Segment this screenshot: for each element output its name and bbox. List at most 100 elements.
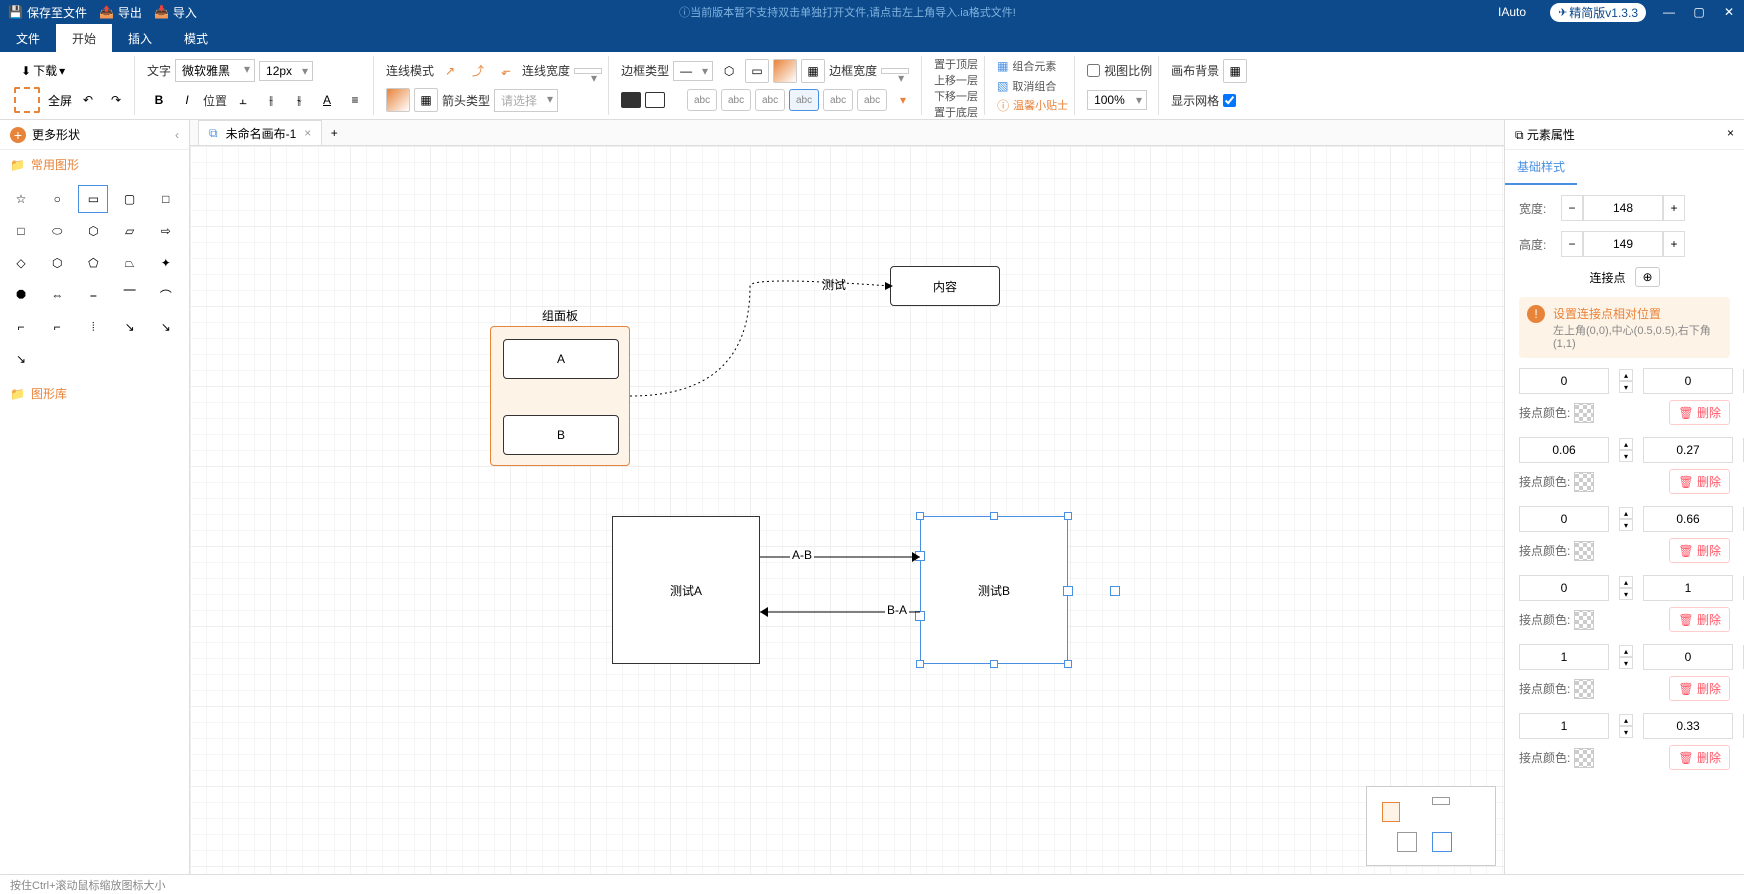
color-swatch[interactable] [1574, 610, 1594, 630]
canvas[interactable]: 组面板 A B 内容 测试 测试A 测试B A-B [190, 146, 1504, 874]
shape-hex2[interactable]: ⬡ [42, 249, 72, 277]
cp-x-input[interactable] [1519, 506, 1609, 532]
shape-conn2[interactable]: ⌐ [42, 313, 72, 341]
view-ratio-check[interactable] [1087, 64, 1100, 77]
node-testa[interactable]: 测试A [612, 516, 760, 664]
line-straight-icon[interactable]: ↗ [438, 59, 462, 83]
bold-button[interactable]: B [147, 88, 171, 112]
shape-conn3[interactable]: ⦙ [78, 313, 108, 341]
add-shape-button[interactable]: + [10, 127, 26, 143]
common-shapes-section[interactable]: 📁 常用图形 [0, 150, 189, 179]
shape-rect[interactable]: ▭ [78, 185, 108, 213]
ratio-select[interactable]: 100% [1087, 90, 1147, 110]
shape-conn1[interactable]: ⌐ [6, 313, 36, 341]
ungroup-button[interactable]: 取消组合 [1012, 78, 1056, 94]
arrow-select[interactable]: 请选择 [494, 89, 558, 112]
download-button[interactable]: ⬇ 下载 ▾ [14, 59, 72, 82]
line-style2-button[interactable]: ▦ [414, 88, 438, 112]
shape-arrow[interactable]: ⇨ [151, 217, 181, 245]
cp-y-input[interactable] [1643, 437, 1733, 463]
sel-handle[interactable] [1064, 660, 1072, 668]
align-middle-icon[interactable]: ⫲ [259, 88, 283, 112]
cp-x-input[interactable] [1519, 437, 1609, 463]
line-elbow-icon[interactable]: ⬐ [494, 59, 518, 83]
line-width-select[interactable] [574, 68, 602, 74]
minimap[interactable] [1366, 786, 1496, 866]
layer-up-button[interactable]: 上移一层 [934, 72, 978, 88]
color-swatch[interactable] [1574, 748, 1594, 768]
cp-x-input[interactable] [1519, 644, 1609, 670]
spin-up[interactable]: ▴ [1619, 576, 1633, 588]
cp-x-input[interactable] [1519, 575, 1609, 601]
add-tab-button[interactable]: + [322, 121, 346, 145]
node-b[interactable]: B [503, 415, 619, 455]
menu-mode[interactable]: 模式 [168, 24, 224, 52]
menu-insert[interactable]: 插入 [112, 24, 168, 52]
shape-circle[interactable]: ○ [42, 185, 72, 213]
delete-cp-button[interactable]: 🗑 删除 [1669, 400, 1730, 425]
conn-point[interactable] [1110, 586, 1120, 596]
hex-icon[interactable]: ⬡ [717, 59, 741, 83]
delete-cp-button[interactable]: 🗑 删除 [1669, 745, 1730, 770]
close-icon[interactable]: ✕ [1722, 5, 1736, 19]
save-button[interactable]: 💾 保存至文件 [8, 4, 87, 21]
shape-parallelogram[interactable]: ▱ [115, 217, 145, 245]
minimize-icon[interactable]: — [1662, 5, 1676, 19]
spin-down[interactable]: ▾ [1619, 588, 1633, 600]
color-swatch[interactable] [1574, 472, 1594, 492]
font-color-button[interactable]: A [315, 88, 339, 112]
shape-trapezoid[interactable]: ⏢ [115, 249, 145, 277]
spin-down[interactable]: ▾ [1619, 381, 1633, 393]
label-style-4[interactable]: abc [789, 89, 819, 111]
font-select[interactable]: 微软雅黑 [175, 59, 255, 82]
shape-diamond[interactable]: ◇ [6, 249, 36, 277]
cp-y-input[interactable] [1643, 368, 1733, 394]
fill-black-button[interactable] [621, 92, 641, 108]
shape-octagon[interactable]: ⯃ [6, 281, 36, 309]
tips-button[interactable]: 温馨小贴士 [1013, 97, 1068, 113]
show-grid-check[interactable] [1223, 94, 1236, 107]
conn-point[interactable] [915, 611, 925, 621]
menu-file[interactable]: 文件 [0, 24, 56, 52]
layer-bottom-button[interactable]: 置于底层 [934, 104, 978, 120]
collapse-left-icon[interactable]: ‹ [175, 128, 179, 142]
height-inc[interactable]: + [1663, 231, 1685, 257]
sel-handle[interactable] [916, 512, 924, 520]
shape-roundrect[interactable]: ▢ [115, 185, 145, 213]
height-input[interactable] [1583, 231, 1663, 257]
color-swatch[interactable] [1574, 679, 1594, 699]
shape-ellipse[interactable]: ⬭ [42, 217, 72, 245]
sel-handle[interactable] [990, 660, 998, 668]
cp-y-input[interactable] [1643, 506, 1733, 532]
width-input[interactable] [1583, 195, 1663, 221]
shape-square[interactable]: □ [151, 185, 181, 213]
label-style-2[interactable]: abc [721, 89, 751, 111]
spin-up[interactable]: ▴ [1619, 438, 1633, 450]
cp-x-input[interactable] [1519, 713, 1609, 739]
import-button[interactable]: 📥 导入 [154, 4, 197, 21]
layer-down-button[interactable]: 下移一层 [934, 88, 978, 104]
shape-curve[interactable]: ⌒ [151, 281, 181, 309]
line-curve-icon[interactable]: ⤴ [466, 59, 490, 83]
delete-cp-button[interactable]: 🗑 删除 [1669, 469, 1730, 494]
fullscreen-button[interactable] [14, 87, 40, 113]
maximize-icon[interactable]: ▢ [1692, 5, 1706, 19]
label-style-3[interactable]: abc [755, 89, 785, 111]
close-panel-icon[interactable]: × [1727, 126, 1734, 143]
spin-down[interactable]: ▾ [1619, 657, 1633, 669]
node-content[interactable]: 内容 [890, 266, 1000, 306]
border-width-select[interactable] [881, 68, 909, 74]
delete-cp-button[interactable]: 🗑 删除 [1669, 676, 1730, 701]
close-tab-icon[interactable]: × [304, 126, 311, 140]
color-swatch[interactable] [1574, 541, 1594, 561]
label-style-6[interactable]: abc [857, 89, 887, 111]
export-button[interactable]: 📤 导出 [99, 4, 142, 21]
shape-starburst[interactable]: ✦ [151, 249, 181, 277]
shape-line1[interactable]: ⎯ [78, 281, 108, 309]
shape-line2[interactable]: ⎺ [115, 281, 145, 309]
node-testb[interactable]: 测试B [920, 516, 1068, 664]
width-inc[interactable]: + [1663, 195, 1685, 221]
shape-hex[interactable]: ⬡ [78, 217, 108, 245]
more-shapes-label[interactable]: 更多形状 [32, 126, 80, 143]
line-color-button[interactable] [386, 88, 410, 112]
